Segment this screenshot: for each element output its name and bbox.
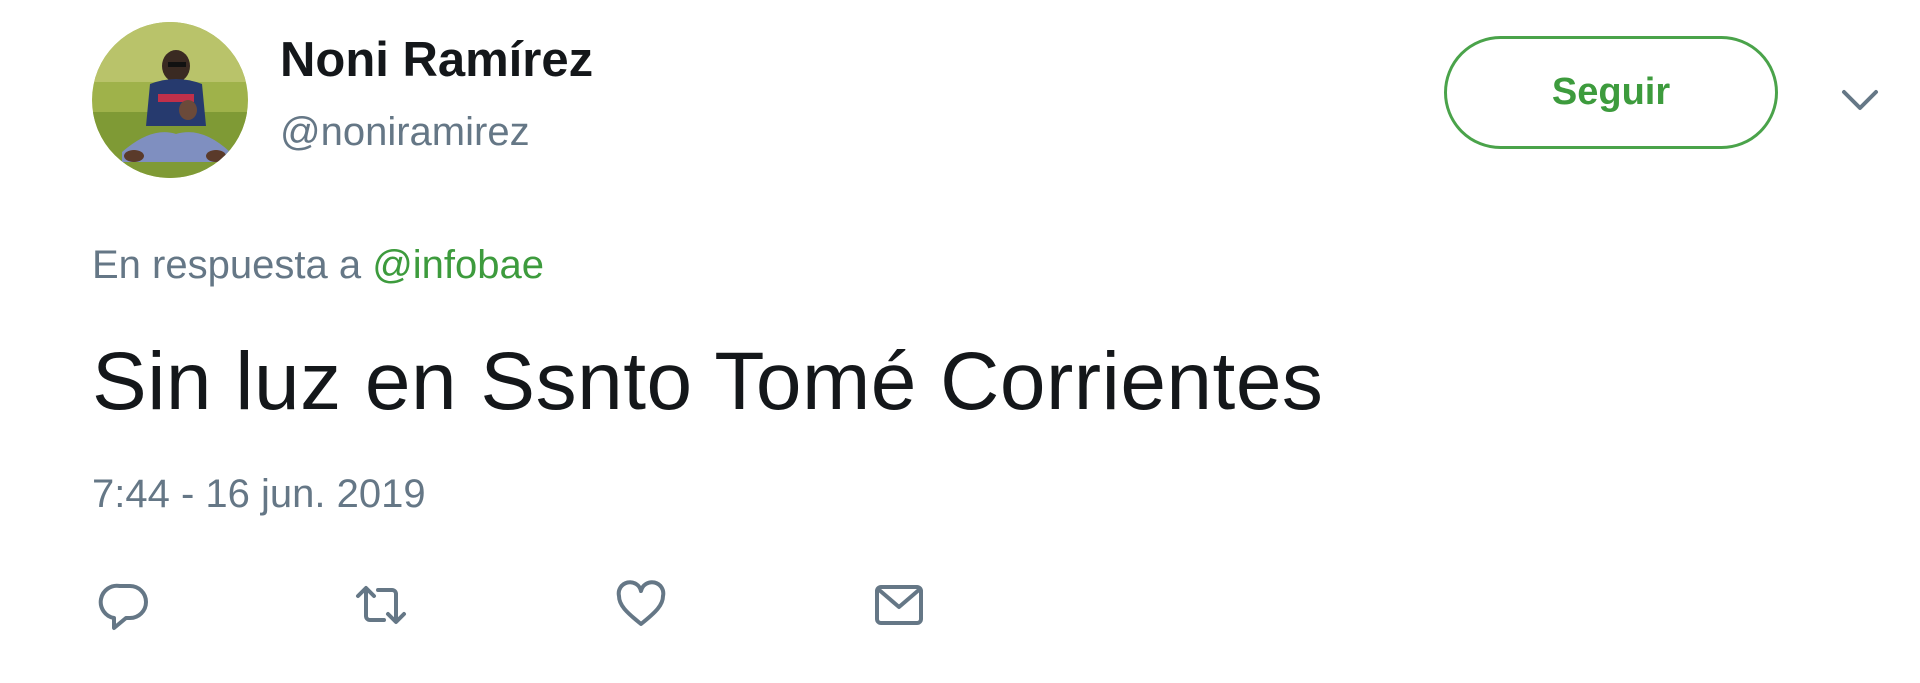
like-icon[interactable] bbox=[614, 578, 668, 632]
reply-icon[interactable] bbox=[98, 578, 152, 632]
tweet: Noni Ramírez @noniramirez Seguir En resp… bbox=[0, 0, 1920, 683]
more-options-chevron-down-icon[interactable] bbox=[1838, 78, 1882, 122]
avatar-photo bbox=[92, 22, 248, 178]
author-handle[interactable]: @noniramirez bbox=[280, 110, 530, 155]
follow-button-label: Seguir bbox=[1551, 71, 1671, 113]
reply-mention-link[interactable]: @infobae bbox=[372, 243, 544, 287]
tweet-text: Sin luz en Ssnto Tomé Corrientes bbox=[92, 336, 1324, 427]
retweet-icon[interactable] bbox=[354, 578, 408, 632]
reply-context: En respuesta a @infobae bbox=[92, 243, 544, 288]
reply-context-prefix: En respuesta a bbox=[92, 243, 373, 287]
avatar[interactable] bbox=[92, 22, 248, 178]
direct-message-icon[interactable] bbox=[872, 578, 926, 632]
tweet-timestamp[interactable]: 7:44 - 16 jun. 2019 bbox=[92, 472, 426, 517]
author-display-name[interactable]: Noni Ramírez bbox=[280, 32, 593, 88]
follow-button[interactable]: Seguir bbox=[1444, 36, 1778, 149]
